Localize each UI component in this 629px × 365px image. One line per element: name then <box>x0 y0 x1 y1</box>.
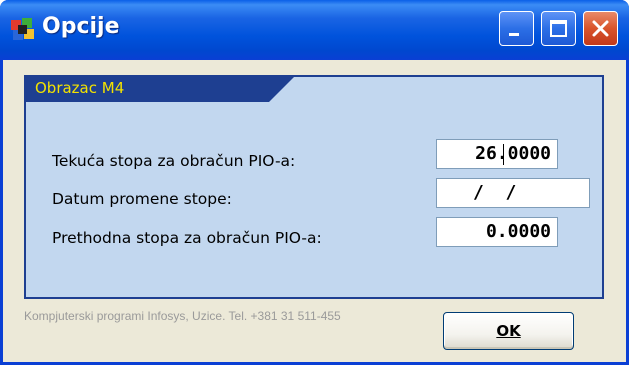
form-group-m4: Obrazac M4 Tekuća stopa za obračun PIO-a… <box>24 75 604 299</box>
text-caret <box>503 144 504 165</box>
ok-button-label: OK <box>496 322 521 340</box>
current-rate-value: 26.0000 <box>475 143 551 164</box>
app-icon <box>11 18 34 40</box>
group-title: Obrazac M4 <box>35 79 125 97</box>
current-rate-input[interactable]: 26.0000 <box>436 139 558 169</box>
title-bar[interactable]: Opcije <box>0 0 629 60</box>
group-header: Obrazac M4 <box>25 76 295 102</box>
previous-rate-input[interactable]: 0.0000 <box>436 217 558 247</box>
previous-rate-value: 0.0000 <box>485 221 551 242</box>
previous-rate-label: Prethodna stopa za obračun PIO-a: <box>52 229 322 247</box>
maximize-button[interactable] <box>541 11 576 46</box>
minimize-button[interactable] <box>499 11 534 46</box>
change-date-label: Datum promene stope: <box>52 190 232 208</box>
current-rate-label: Tekuća stopa za obračun PIO-a: <box>52 152 296 170</box>
maximize-icon <box>550 20 567 37</box>
window-title: Opcije <box>42 14 120 39</box>
dialog-body: Obrazac M4 Tekuća stopa za obračun PIO-a… <box>3 60 626 362</box>
footer-copyright: Kompjuterski programi Infosys, Uzice. Te… <box>24 309 341 323</box>
options-dialog: Opcije Obrazac M4 Tekuća stopa za obraču… <box>0 0 629 365</box>
close-icon <box>592 20 609 37</box>
ok-button[interactable]: OK <box>443 312 574 350</box>
change-date-input[interactable]: / / <box>436 178 590 208</box>
change-date-value: / / <box>473 182 517 203</box>
close-button[interactable] <box>583 11 618 46</box>
minimize-icon <box>509 33 519 36</box>
